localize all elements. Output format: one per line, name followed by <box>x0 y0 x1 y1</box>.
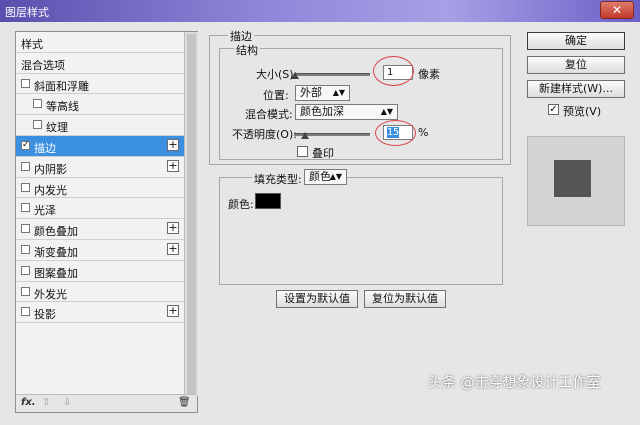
position-chevron-icon: ▲▼ <box>332 88 345 97</box>
size-highlight-ring <box>373 56 414 86</box>
styles-sidebar: 样式混合选项斜面和浮雕等高线纹理 ✓ 描边 + 内阴影 + 内发光光泽颜色叠加 + 渐变叠加 + 图… <box>15 31 198 413</box>
sidebar-scrollbar-thumb[interactable] <box>187 34 196 394</box>
sidebar-item-6[interactable]: 内阴影 + <box>16 157 184 178</box>
fill-type-select[interactable]: 颜色 ▲▼ <box>304 169 347 185</box>
make-default-button[interactable]: 设置为默认值 <box>276 290 358 308</box>
add-effect-icon[interactable]: + <box>167 222 179 235</box>
sidebar-item-4[interactable]: 纹理 <box>16 115 184 136</box>
sidebar-item-label: 等高线 <box>46 100 79 114</box>
color-swatch[interactable] <box>255 193 281 209</box>
fill-type-chevron-icon: ▲▼ <box>329 172 342 181</box>
preview-label: 预览(V) <box>563 105 602 118</box>
size-slider-track[interactable] <box>294 73 370 76</box>
size-unit: 像素 <box>418 68 440 81</box>
add-effect-icon[interactable]: + <box>167 305 179 318</box>
position-label: 位置: <box>263 89 289 102</box>
opacity-highlight-ring <box>375 120 416 146</box>
sidebar-item-checkbox[interactable] <box>21 307 30 317</box>
add-effect-icon[interactable]: + <box>167 159 179 172</box>
add-effect-icon[interactable]: + <box>167 242 179 255</box>
styles-list: 样式混合选项斜面和浮雕等高线纹理 ✓ 描边 + 内阴影 + 内发光光泽颜色叠加 + 渐变叠加 + 图… <box>16 32 184 324</box>
overprint-label: 叠印 <box>312 147 334 160</box>
sidebar-item-checkbox[interactable] <box>33 99 42 109</box>
sidebar-item-checkbox[interactable] <box>33 120 42 130</box>
new-style-button[interactable]: 新建样式(W)... <box>527 80 625 98</box>
sidebar-item-8[interactable]: 光泽 <box>16 198 184 220</box>
sidebar-item-label: 外发光 <box>34 287 67 301</box>
sidebar-item-label: 混合选项 <box>21 58 65 72</box>
fill-type-row: 填充类型: <box>252 169 304 187</box>
sidebar-item-5[interactable]: ✓ 描边 + <box>16 135 184 157</box>
sidebar-item-label: 图案叠加 <box>34 266 78 280</box>
sidebar-item-label: 颜色叠加 <box>34 225 78 239</box>
sidebar-item-label: 斜面和浮雕 <box>34 79 89 93</box>
close-button[interactable]: ✕ <box>600 1 634 19</box>
sidebar-item-11[interactable]: 图案叠加 <box>16 261 184 282</box>
size-slider-knob[interactable] <box>290 72 299 79</box>
close-icon: ✕ <box>611 3 623 17</box>
sidebar-item-7[interactable]: 内发光 <box>16 178 184 199</box>
sidebar-item-label: 样式 <box>21 38 43 51</box>
sidebar-item-9[interactable]: 颜色叠加 + <box>16 219 184 240</box>
opacity-unit: % <box>418 126 429 139</box>
sidebar-scrollbar[interactable] <box>184 32 198 396</box>
move-down-icon[interactable]: ⇩ <box>63 397 71 408</box>
sidebar-item-checkbox[interactable] <box>21 182 30 192</box>
sidebar-item-checkbox[interactable] <box>21 244 30 254</box>
structure-title: 结构 <box>234 42 260 58</box>
sidebar-item-2[interactable]: 斜面和浮雕 <box>16 74 184 95</box>
sidebar-item-checkbox[interactable] <box>21 265 30 275</box>
trash-icon[interactable]: 🗑 <box>178 397 191 408</box>
sidebar-item-label: 投影 <box>34 308 56 322</box>
sidebar-item-label: 渐变叠加 <box>34 245 78 259</box>
opacity-slider-knob[interactable] <box>301 132 310 139</box>
blend-mode-select[interactable]: 颜色加深 ▲▼ <box>295 104 398 120</box>
color-label: 颜色: <box>228 198 254 211</box>
sidebar-item-0[interactable]: 样式 <box>16 32 184 53</box>
sidebar-item-10[interactable]: 渐变叠加 + <box>16 240 184 261</box>
sidebar-item-12[interactable]: 外发光 <box>16 282 184 303</box>
sidebar-footer: fx. ⇧ ⇩ 🗑 <box>16 394 197 412</box>
move-up-icon[interactable]: ⇧ <box>42 397 50 408</box>
overprint-checkbox[interactable] <box>297 146 308 157</box>
sidebar-item-1[interactable]: 混合选项 <box>16 53 184 74</box>
sidebar-item-label: 内阴影 <box>34 162 67 176</box>
sidebar-item-checkbox[interactable]: ✓ <box>21 140 30 150</box>
reset-default-button[interactable]: 复位为默认值 <box>364 290 446 308</box>
sidebar-item-label: 描边 <box>34 141 56 155</box>
sidebar-item-label: 光泽 <box>34 204 56 218</box>
sidebar-item-checkbox[interactable] <box>21 78 30 88</box>
blend-mode-chevron-icon: ▲▼ <box>380 107 393 116</box>
sidebar-item-checkbox[interactable] <box>21 224 30 234</box>
sidebar-item-label: 纹理 <box>46 121 68 135</box>
sidebar-item-3[interactable]: 等高线 <box>16 94 184 116</box>
sidebar-item-label: 内发光 <box>34 183 67 197</box>
sidebar-item-checkbox[interactable] <box>21 286 30 296</box>
window-title: 图层样式 <box>5 6 49 19</box>
add-effect-icon[interactable]: + <box>167 138 179 151</box>
fill-type-value: 颜色 <box>309 170 331 183</box>
ok-button[interactable]: 确定 <box>527 32 625 50</box>
sidebar-item-checkbox[interactable] <box>21 203 30 213</box>
title-bar: 图层样式 ✕ <box>0 0 640 22</box>
fx-icon[interactable]: fx. <box>21 397 36 408</box>
style-preview <box>527 136 625 226</box>
fill-type-label: 填充类型: <box>254 173 302 186</box>
opacity-label: 不透明度(O): <box>232 128 297 141</box>
blend-mode-label: 混合模式: <box>245 108 293 121</box>
reset-button[interactable]: 复位 <box>527 56 625 74</box>
sidebar-item-checkbox[interactable] <box>21 161 30 171</box>
watermark: 头条 @击穿想象设计工作室 <box>428 375 601 391</box>
blend-mode-value: 颜色加深 <box>300 105 344 118</box>
position-value: 外部 <box>300 86 322 99</box>
sidebar-item-13[interactable]: 投影 + <box>16 302 184 324</box>
layer-style-dialog: 样式混合选项斜面和浮雕等高线纹理 ✓ 描边 + 内阴影 + 内发光光泽颜色叠加 + 渐变叠加 + 图… <box>0 22 640 425</box>
position-select[interactable]: 外部 ▲▼ <box>295 85 350 101</box>
preview-square <box>554 160 591 197</box>
preview-checkbox[interactable]: ✓ <box>548 104 559 115</box>
